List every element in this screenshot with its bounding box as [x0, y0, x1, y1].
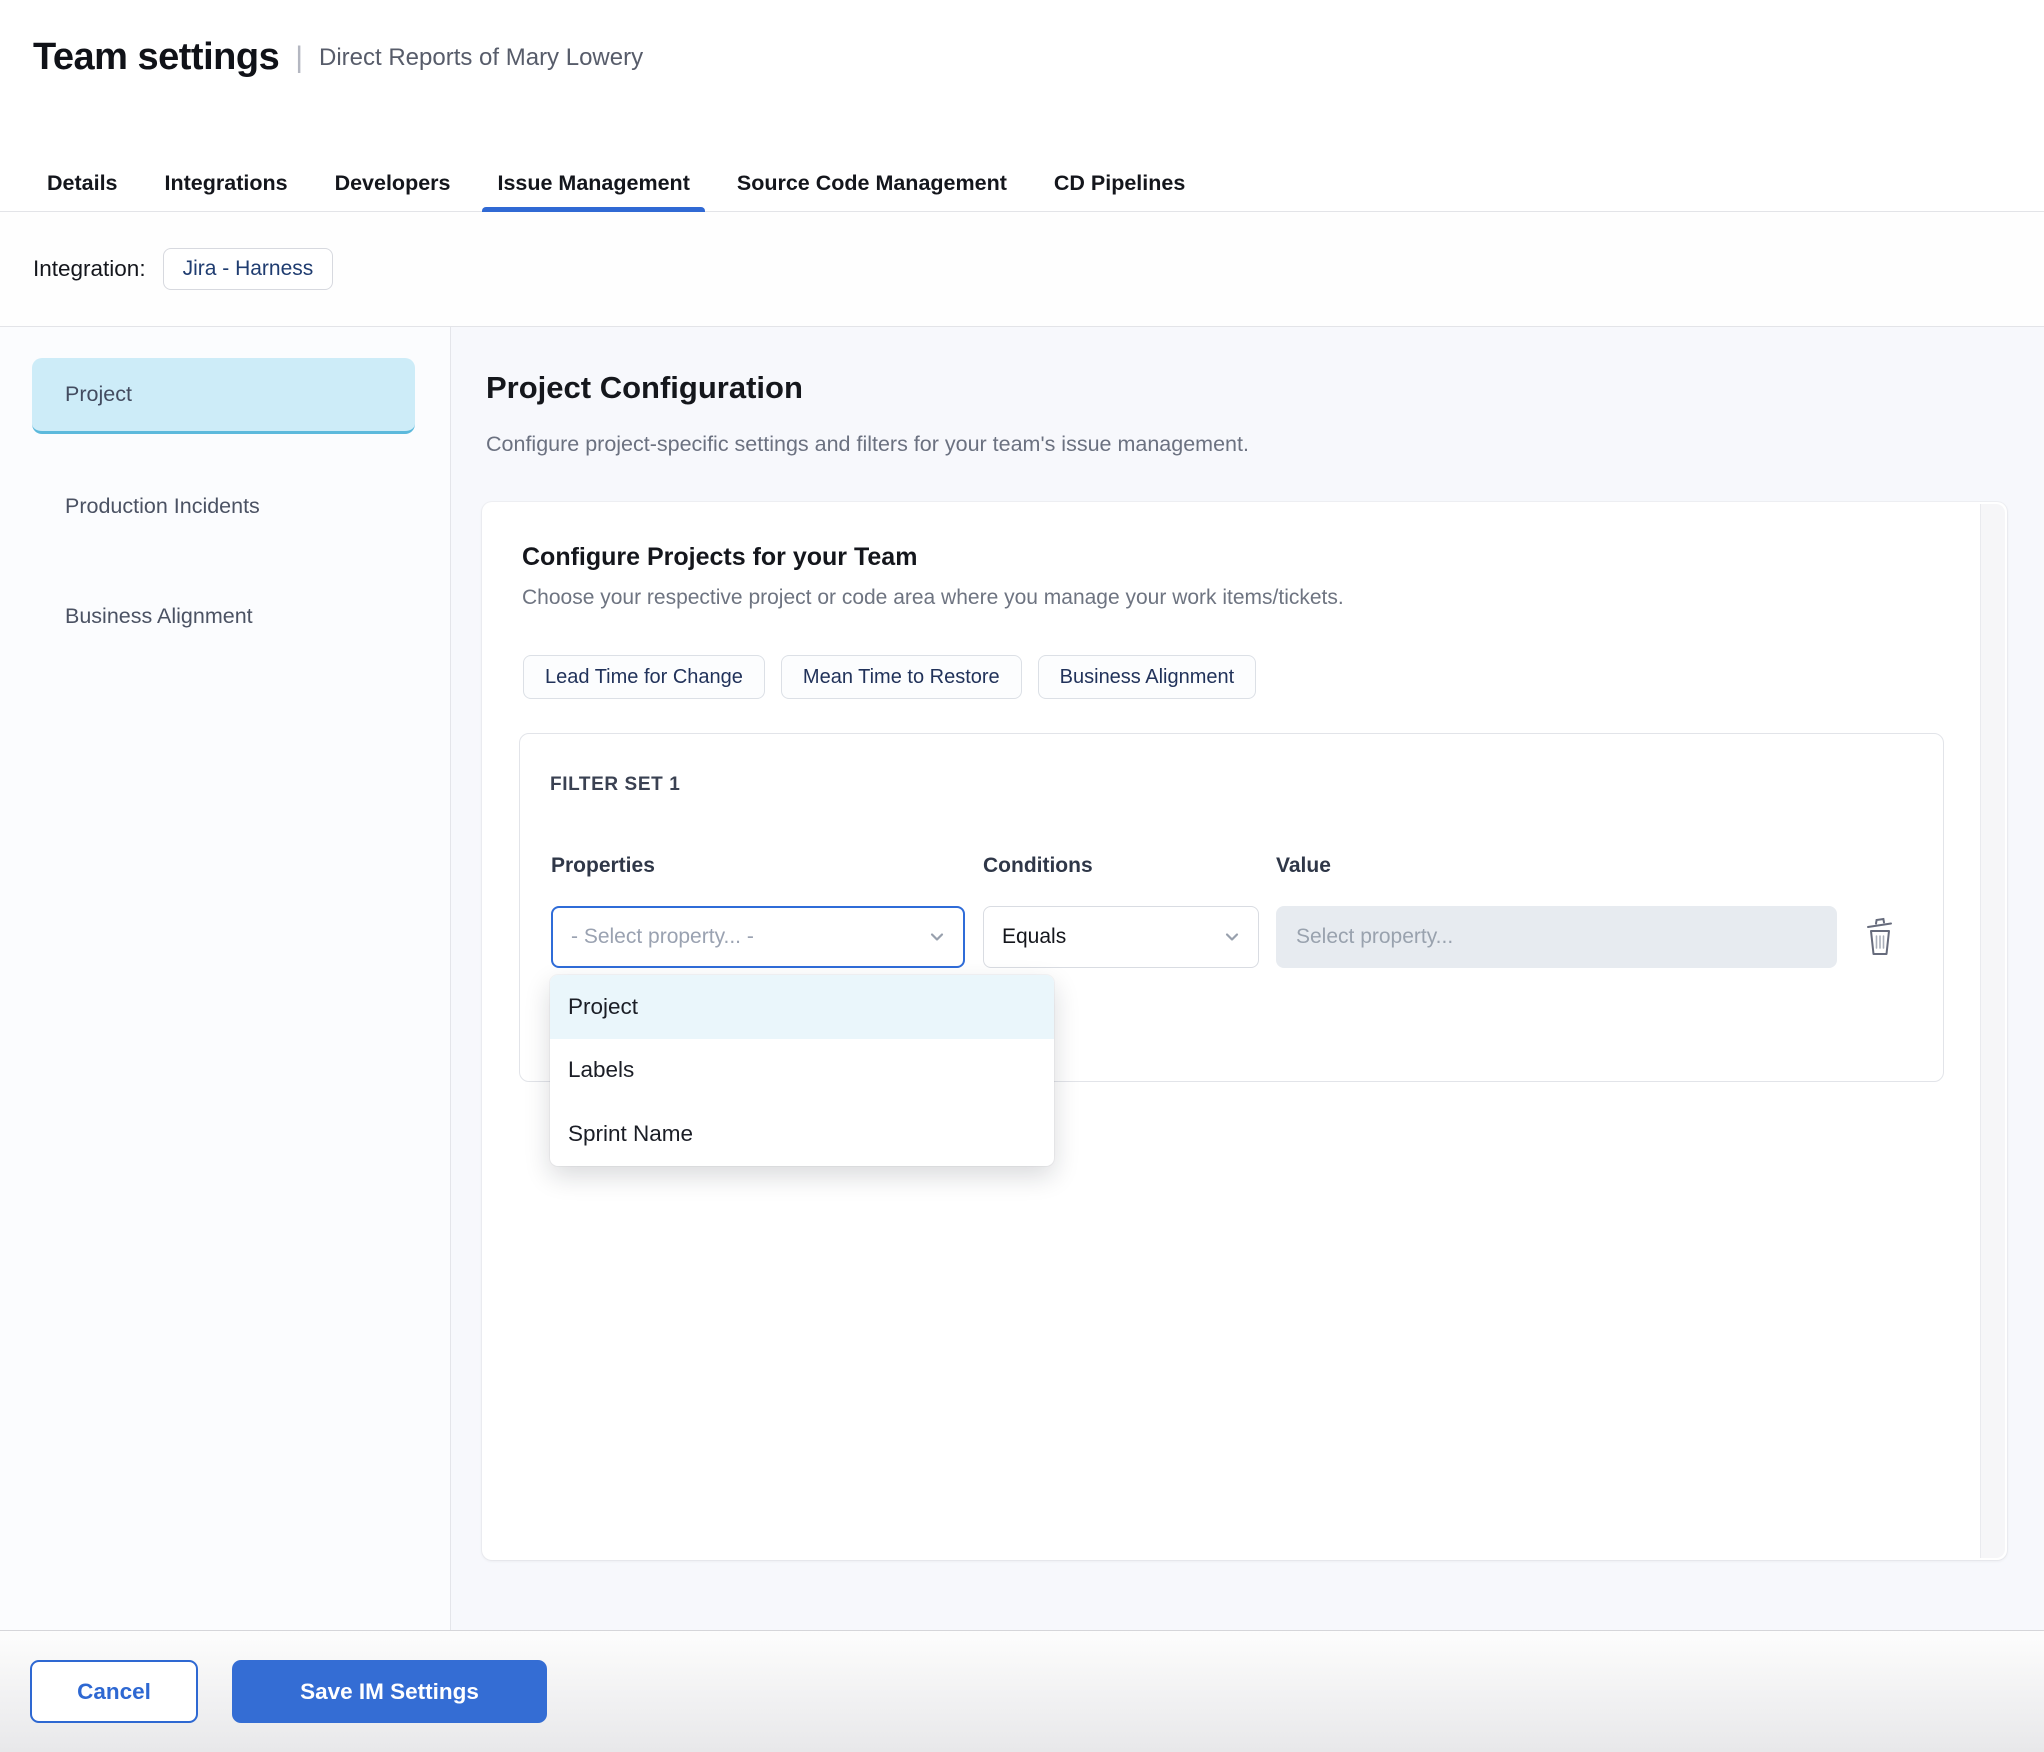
body-area: Project Production Incidents Business Al… — [0, 327, 2044, 1630]
dropdown-option-sprint-name[interactable]: Sprint Name — [550, 1102, 1054, 1166]
chevron-down-icon — [1225, 933, 1239, 941]
property-select-placeholder: - Select property... - — [571, 925, 754, 948]
tab-bar: Details Integrations Developers Issue Ma… — [32, 154, 1200, 212]
integration-chip[interactable]: Jira - Harness — [162, 248, 334, 290]
property-select[interactable]: - Select property... - — [551, 906, 965, 968]
tab-integrations[interactable]: Integrations — [150, 154, 303, 212]
condition-select-value: Equals — [1002, 925, 1067, 948]
tab-label: Issue Management — [497, 170, 690, 195]
sidebar-item-project[interactable]: Project — [32, 358, 415, 434]
tab-cd-pipelines[interactable]: CD Pipelines — [1039, 154, 1200, 212]
chip-business-alignment[interactable]: Business Alignment — [1037, 655, 1257, 699]
footer-bar: Cancel Save IM Settings — [0, 1630, 2044, 1752]
sidebar-item-business-alignment[interactable]: Business Alignment — [32, 578, 415, 654]
tab-developers[interactable]: Developers — [320, 154, 466, 212]
scrollbar-track[interactable] — [1980, 504, 2005, 1558]
column-header-conditions: Conditions — [983, 854, 1093, 877]
filter-set-title: FILTER SET 1 — [550, 774, 681, 795]
sidebar: Project Production Incidents Business Al… — [0, 327, 451, 1630]
dropdown-option-labels[interactable]: Labels — [550, 1039, 1054, 1103]
tab-source-code-management[interactable]: Source Code Management — [722, 154, 1022, 212]
integration-label: Integration: — [33, 256, 146, 281]
page-title: Team settings — [33, 36, 280, 78]
integration-row: Integration: Jira - Harness — [0, 212, 2044, 327]
page-header: Team settings | Direct Reports of Mary L… — [0, 0, 2044, 212]
chip-lead-time-for-change[interactable]: Lead Time for Change — [523, 655, 765, 699]
value-input[interactable] — [1276, 906, 1837, 968]
main-content: Project Configuration Configure project-… — [451, 327, 2044, 1630]
sidebar-item-label: Production Incidents — [65, 493, 260, 518]
tab-label: Integrations — [164, 170, 288, 195]
sidebar-item-label: Business Alignment — [65, 603, 253, 628]
tab-label: Developers — [334, 170, 451, 195]
section-description: Configure project-specific settings and … — [486, 432, 1249, 456]
cancel-button[interactable]: Cancel — [30, 1660, 198, 1723]
trash-icon — [1867, 917, 1892, 955]
sidebar-item-label: Project — [65, 382, 132, 406]
tab-label: Details — [47, 170, 118, 195]
property-dropdown: Project Labels Sprint Name — [550, 975, 1054, 1166]
section-heading: Project Configuration — [486, 370, 803, 405]
tab-details[interactable]: Details — [32, 154, 133, 212]
column-header-value: Value — [1276, 854, 1331, 877]
filter-column-headers: Properties Conditions Value — [551, 854, 1837, 878]
card-title: Configure Projects for your Team — [522, 543, 918, 571]
save-im-settings-button[interactable]: Save IM Settings — [232, 1660, 547, 1723]
metric-chips-row: Lead Time for Change Mean Time to Restor… — [523, 655, 1257, 699]
column-header-properties: Properties — [551, 854, 655, 877]
tab-label: Source Code Management — [736, 170, 1007, 195]
delete-filter-button[interactable] — [1858, 913, 1902, 961]
dropdown-option-project[interactable]: Project — [550, 975, 1054, 1039]
chip-mean-time-to-restore[interactable]: Mean Time to Restore — [780, 655, 1022, 699]
condition-select[interactable]: Equals — [983, 906, 1259, 968]
page-subtitle: Direct Reports of Mary Lowery — [319, 43, 644, 71]
chevron-down-icon — [930, 933, 944, 941]
title-row: Team settings | Direct Reports of Mary L… — [33, 36, 643, 79]
tab-label: CD Pipelines — [1053, 170, 1186, 195]
title-separator: | — [295, 40, 303, 74]
configure-projects-card: Configure Projects for your Team Choose … — [482, 502, 2007, 1560]
filter-inputs-row: - Select property... - Equals — [551, 906, 1902, 968]
card-description: Choose your respective project or code a… — [522, 586, 1344, 609]
tab-issue-management[interactable]: Issue Management — [482, 154, 706, 212]
sidebar-item-production-incidents[interactable]: Production Incidents — [32, 468, 415, 544]
